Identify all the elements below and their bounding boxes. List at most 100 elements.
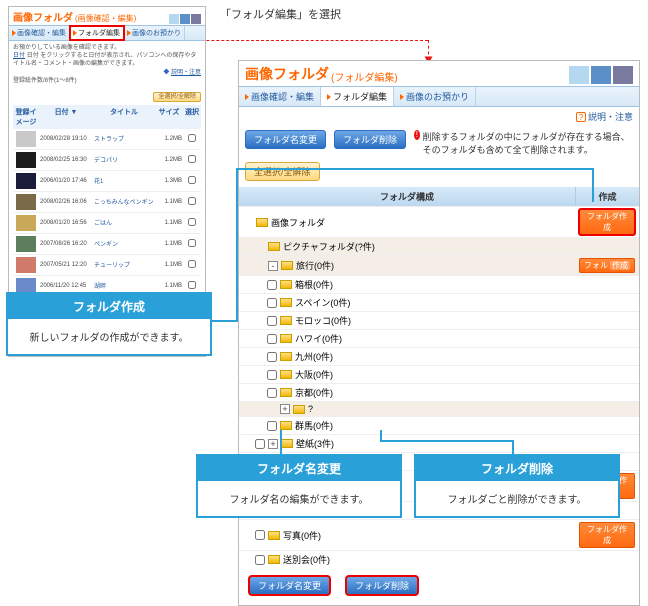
folder-icon [268, 531, 280, 540]
date-link[interactable]: 日付 [13, 53, 25, 59]
chevron-right-icon [400, 94, 404, 100]
row-checkbox[interactable] [188, 218, 196, 226]
tab-folder-edit[interactable]: フォルダ編集 [70, 26, 124, 40]
help-link[interactable]: 説明・注意 [588, 112, 633, 122]
tree-header: フォルダ構成 作成 [239, 187, 639, 206]
row-checkbox[interactable] [188, 176, 196, 184]
tree-row: 画像フォルダフォルダ作成 [239, 206, 639, 237]
sort-name[interactable]: タイトル [93, 105, 155, 129]
tree-row: 送別会(0件) [239, 550, 639, 568]
expand-toggle[interactable]: - [268, 261, 278, 271]
help-icon: ? [576, 112, 586, 122]
row-checkbox[interactable] [255, 439, 265, 449]
thumbnail[interactable] [16, 131, 36, 147]
rename-folder-button[interactable]: フォルダ名変更 [245, 130, 326, 149]
row-checkbox[interactable] [188, 155, 196, 163]
row-checkbox[interactable] [267, 352, 277, 362]
rename-folder-button[interactable]: フォルダ名変更 [249, 576, 330, 595]
folder-icon [280, 298, 292, 307]
row-checkbox[interactable] [267, 298, 277, 308]
folder-icon [280, 334, 292, 343]
delete-folder-button[interactable]: フォルダ削除 [346, 576, 418, 595]
folder-icon [281, 261, 293, 270]
folder-icon [280, 352, 292, 361]
connector-line [236, 168, 238, 322]
instruction-note: 「フォルダ編集」を選択 [220, 6, 341, 22]
row-checkbox[interactable] [188, 281, 196, 289]
callout-body: フォルダ名の編集ができます。 [198, 481, 400, 516]
row-checkbox[interactable] [188, 134, 196, 142]
row-checkbox[interactable] [267, 421, 277, 431]
folder-icon [280, 280, 292, 289]
expand-toggle[interactable]: + [268, 439, 278, 449]
row-checkbox[interactable] [267, 370, 277, 380]
tab-image-keep[interactable]: 画像のお預かり [394, 87, 476, 106]
folder-icon [268, 242, 280, 251]
row-checkbox[interactable] [188, 260, 196, 268]
folder-label: ハワイ(0件) [295, 332, 342, 345]
cell-title[interactable]: 湖畔 [93, 279, 155, 292]
cell-size: 1.1MB [155, 281, 183, 291]
folder-label: 壁紙(3件) [296, 437, 334, 450]
panel-description: お預かりしている画像を確認できます。 日付 日付 をクリックすると日付が表示され… [9, 41, 205, 90]
thumbnail[interactable] [16, 257, 36, 273]
sort-date[interactable]: 日付 ▼ [39, 105, 93, 129]
thumbnail[interactable] [16, 194, 36, 210]
folder-label: 送別会(0件) [283, 553, 330, 566]
table-row: 2008/02/28 19:10ストラップ1.2MB [13, 129, 201, 150]
thumbnail[interactable] [16, 152, 36, 168]
row-checkbox[interactable] [267, 388, 277, 398]
cell-title[interactable]: ストラップ [93, 132, 155, 145]
row-checkbox[interactable] [188, 197, 196, 205]
tab-bar: 画像確認・編集 フォルダ編集 画像のお預かり [239, 86, 639, 107]
row-checkbox[interactable] [267, 316, 277, 326]
create-folder-button[interactable]: フォルダ作成 [579, 522, 635, 548]
cell-date: 2007/05/21 12:20 [39, 260, 93, 270]
panel-header: 画像フォルダ (フォルダ編集) [239, 61, 639, 86]
row-checkbox[interactable] [255, 530, 265, 540]
folder-edit-panel: 画像フォルダ (フォルダ編集) 画像確認・編集 フォルダ編集 画像のお預かり ?… [238, 60, 640, 606]
table-row: 2008/02/26 16:06こっちみんなペンギン1.1MB [13, 192, 201, 213]
panel-subtitle: (画像確認・編集) [75, 13, 136, 24]
cell-title[interactable]: こっちみんなペンギン [93, 195, 155, 208]
connector-line [212, 320, 238, 322]
thumbnail[interactable] [16, 173, 36, 189]
cell-date: 2007/08/26 16:20 [39, 239, 93, 249]
sort-size[interactable]: サイズ [155, 105, 183, 129]
cell-title[interactable]: ペンギン [93, 237, 155, 250]
help-link[interactable]: 説明・注意 [171, 70, 201, 76]
tab-folder-edit[interactable]: フォルダ編集 [321, 87, 394, 106]
delete-folder-button[interactable]: フォルダ削除 [334, 130, 406, 149]
row-checkbox[interactable] [255, 555, 265, 565]
row-checkbox[interactable] [267, 334, 277, 344]
tab-image-keep[interactable]: 画像のお預かり [124, 26, 185, 40]
tree-row: 九州(0件) [239, 347, 639, 365]
chevron-right-icon [127, 30, 131, 36]
cell-title[interactable]: デコパリ [93, 153, 155, 166]
table-row: 2008/02/25 16:30デコパリ1.2MB [13, 150, 201, 171]
thumbnail[interactable] [16, 215, 36, 231]
cell-title[interactable]: ごはん [93, 216, 155, 229]
select-all-button[interactable]: 全選択/全解除 [245, 162, 320, 181]
cell-size: 1.1MB [155, 197, 183, 207]
expand-toggle[interactable]: + [280, 404, 290, 414]
help-row: ?説明・注意 [239, 107, 639, 126]
row-checkbox[interactable] [267, 280, 277, 290]
cell-title[interactable]: チューリップ [93, 258, 155, 271]
folder-icon [280, 316, 292, 325]
create-folder-button[interactable]: フォルダ作成 [579, 209, 635, 235]
row-checkbox[interactable] [188, 239, 196, 247]
select-all-button[interactable]: 全選択/全解除 [153, 92, 201, 102]
folder-icon [280, 421, 292, 430]
folder-label: 京都(0件) [295, 386, 333, 399]
create-folder-button[interactable]: フォル作成 [579, 258, 635, 273]
tab-image-check[interactable]: 画像確認・編集 [9, 26, 70, 40]
cell-size: 1.3MB [155, 176, 183, 186]
cell-date: 2008/02/25 16:30 [39, 155, 93, 165]
cell-size: 1.1MB [155, 260, 183, 270]
table-row: 2007/05/21 12:20チューリップ1.1MB [13, 255, 201, 276]
cell-date: 2008/02/28 19:10 [39, 134, 93, 144]
tab-image-check[interactable]: 画像確認・編集 [239, 87, 321, 106]
thumbnail[interactable] [16, 236, 36, 252]
cell-title[interactable]: 花1 [93, 174, 155, 187]
